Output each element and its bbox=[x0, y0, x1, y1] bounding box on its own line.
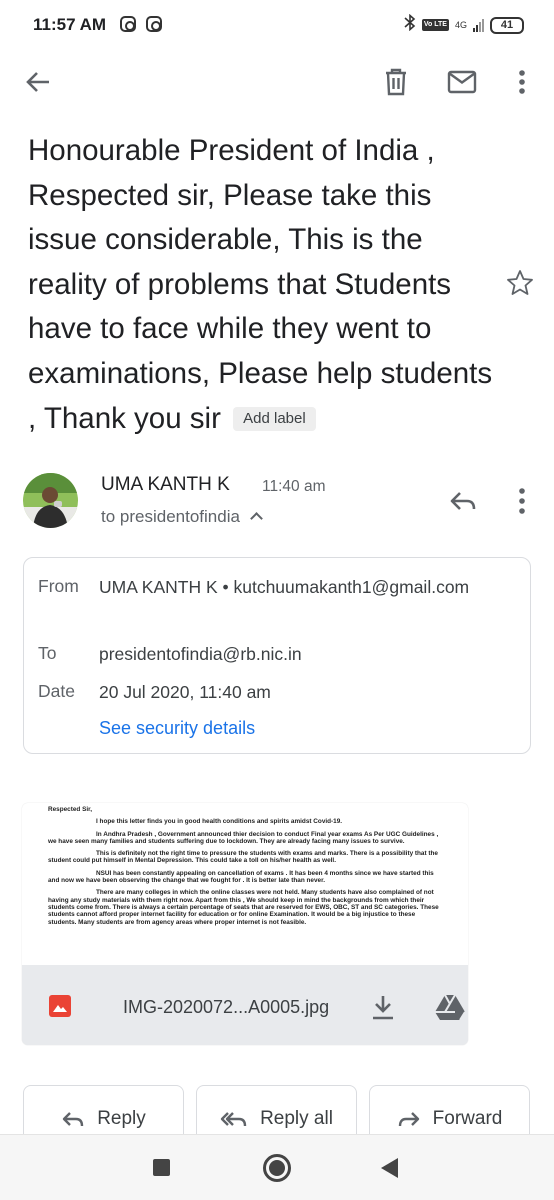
instagram-notification-icon bbox=[146, 16, 162, 32]
from-label: From bbox=[38, 576, 79, 596]
system-nav-bar bbox=[0, 1134, 554, 1200]
volte-badge: Vo LTE bbox=[421, 19, 449, 31]
drive-icon[interactable] bbox=[434, 993, 466, 1021]
letter-paragraph: I hope this letter finds you in good hea… bbox=[96, 818, 343, 826]
chevron-up-icon[interactable] bbox=[250, 512, 263, 525]
attachment-filename: IMG-2020072...A0005.jpg bbox=[123, 997, 330, 1017]
email-time: 11:40 am bbox=[262, 478, 326, 495]
star-icon[interactable] bbox=[505, 268, 535, 298]
network-type: 4G bbox=[454, 19, 467, 30]
reply-icon bbox=[63, 1112, 84, 1127]
reply-all-icon bbox=[220, 1112, 247, 1127]
email-details-card: From UMA KANTH K • kutchuumakanth1@gmail… bbox=[23, 557, 531, 754]
to-label: To bbox=[38, 643, 57, 663]
sender-name: UMA KANTH K bbox=[101, 474, 230, 495]
recipient-summary-text: to presidentofindia bbox=[101, 507, 240, 526]
forward-icon bbox=[398, 1112, 419, 1127]
from-value: UMA KANTH K • kutchuumakanth1@gmail.com bbox=[99, 577, 470, 597]
status-indicators: Vo LTE 4G 41 bbox=[404, 13, 524, 36]
trash-icon[interactable] bbox=[380, 66, 412, 98]
signal-icon bbox=[473, 18, 484, 32]
letter-paragraph: This is definitely not the right time to… bbox=[48, 850, 438, 865]
attachment-card[interactable]: Respected Sir, I hope this letter finds … bbox=[22, 803, 468, 1045]
forward-label: Forward bbox=[432, 1108, 503, 1129]
reply-icon[interactable] bbox=[448, 486, 478, 516]
bluetooth-icon bbox=[404, 13, 416, 36]
email-subject: Honourable President of India , Respecte… bbox=[28, 129, 506, 441]
to-value: presidentofindia@rb.nic.in bbox=[99, 644, 302, 664]
letter-paragraph: Respected Sir, bbox=[48, 806, 93, 813]
letter-paragraph: NSUI has been constantly appealing on ca… bbox=[48, 869, 434, 885]
more-vert-icon[interactable] bbox=[506, 66, 538, 98]
subject-text: Honourable President of India , Respecte… bbox=[28, 134, 493, 435]
home-icon[interactable] bbox=[263, 1154, 291, 1182]
back-icon[interactable] bbox=[381, 1158, 398, 1178]
instagram-notification-icon bbox=[120, 16, 136, 32]
attachment-preview[interactable]: Respected Sir, I hope this letter finds … bbox=[22, 803, 468, 965]
add-label-button[interactable]: Add label bbox=[233, 406, 316, 431]
arrow-back-icon[interactable] bbox=[22, 66, 54, 98]
security-details-link[interactable]: See security details bbox=[99, 718, 255, 739]
date-value: 20 Jul 2020, 11:40 am bbox=[99, 682, 271, 702]
download-icon[interactable] bbox=[370, 993, 396, 1021]
date-label: Date bbox=[38, 681, 75, 701]
toolbar bbox=[0, 56, 554, 106]
reply-all-label: Reply all bbox=[260, 1108, 333, 1129]
image-file-icon bbox=[49, 995, 71, 1017]
status-time: 11:57 AM bbox=[33, 15, 107, 34]
letter-paragraph: There are many colleges in which the onl… bbox=[48, 889, 439, 926]
reply-label: Reply bbox=[97, 1108, 146, 1129]
letter-paragraph: In Andhra Pradesh , Government announced… bbox=[48, 830, 439, 845]
mail-icon[interactable] bbox=[446, 66, 478, 98]
status-bar: 11:57 AM Vo LTE 4G 41 bbox=[0, 0, 554, 52]
recipient-summary[interactable]: to presidentofindia bbox=[101, 507, 263, 527]
more-vert-icon[interactable] bbox=[510, 486, 534, 516]
battery-indicator: 41 bbox=[490, 16, 524, 34]
avatar[interactable] bbox=[23, 473, 78, 528]
attachment-bar: IMG-2020072...A0005.jpg bbox=[22, 965, 468, 1045]
recents-icon[interactable] bbox=[153, 1159, 170, 1176]
